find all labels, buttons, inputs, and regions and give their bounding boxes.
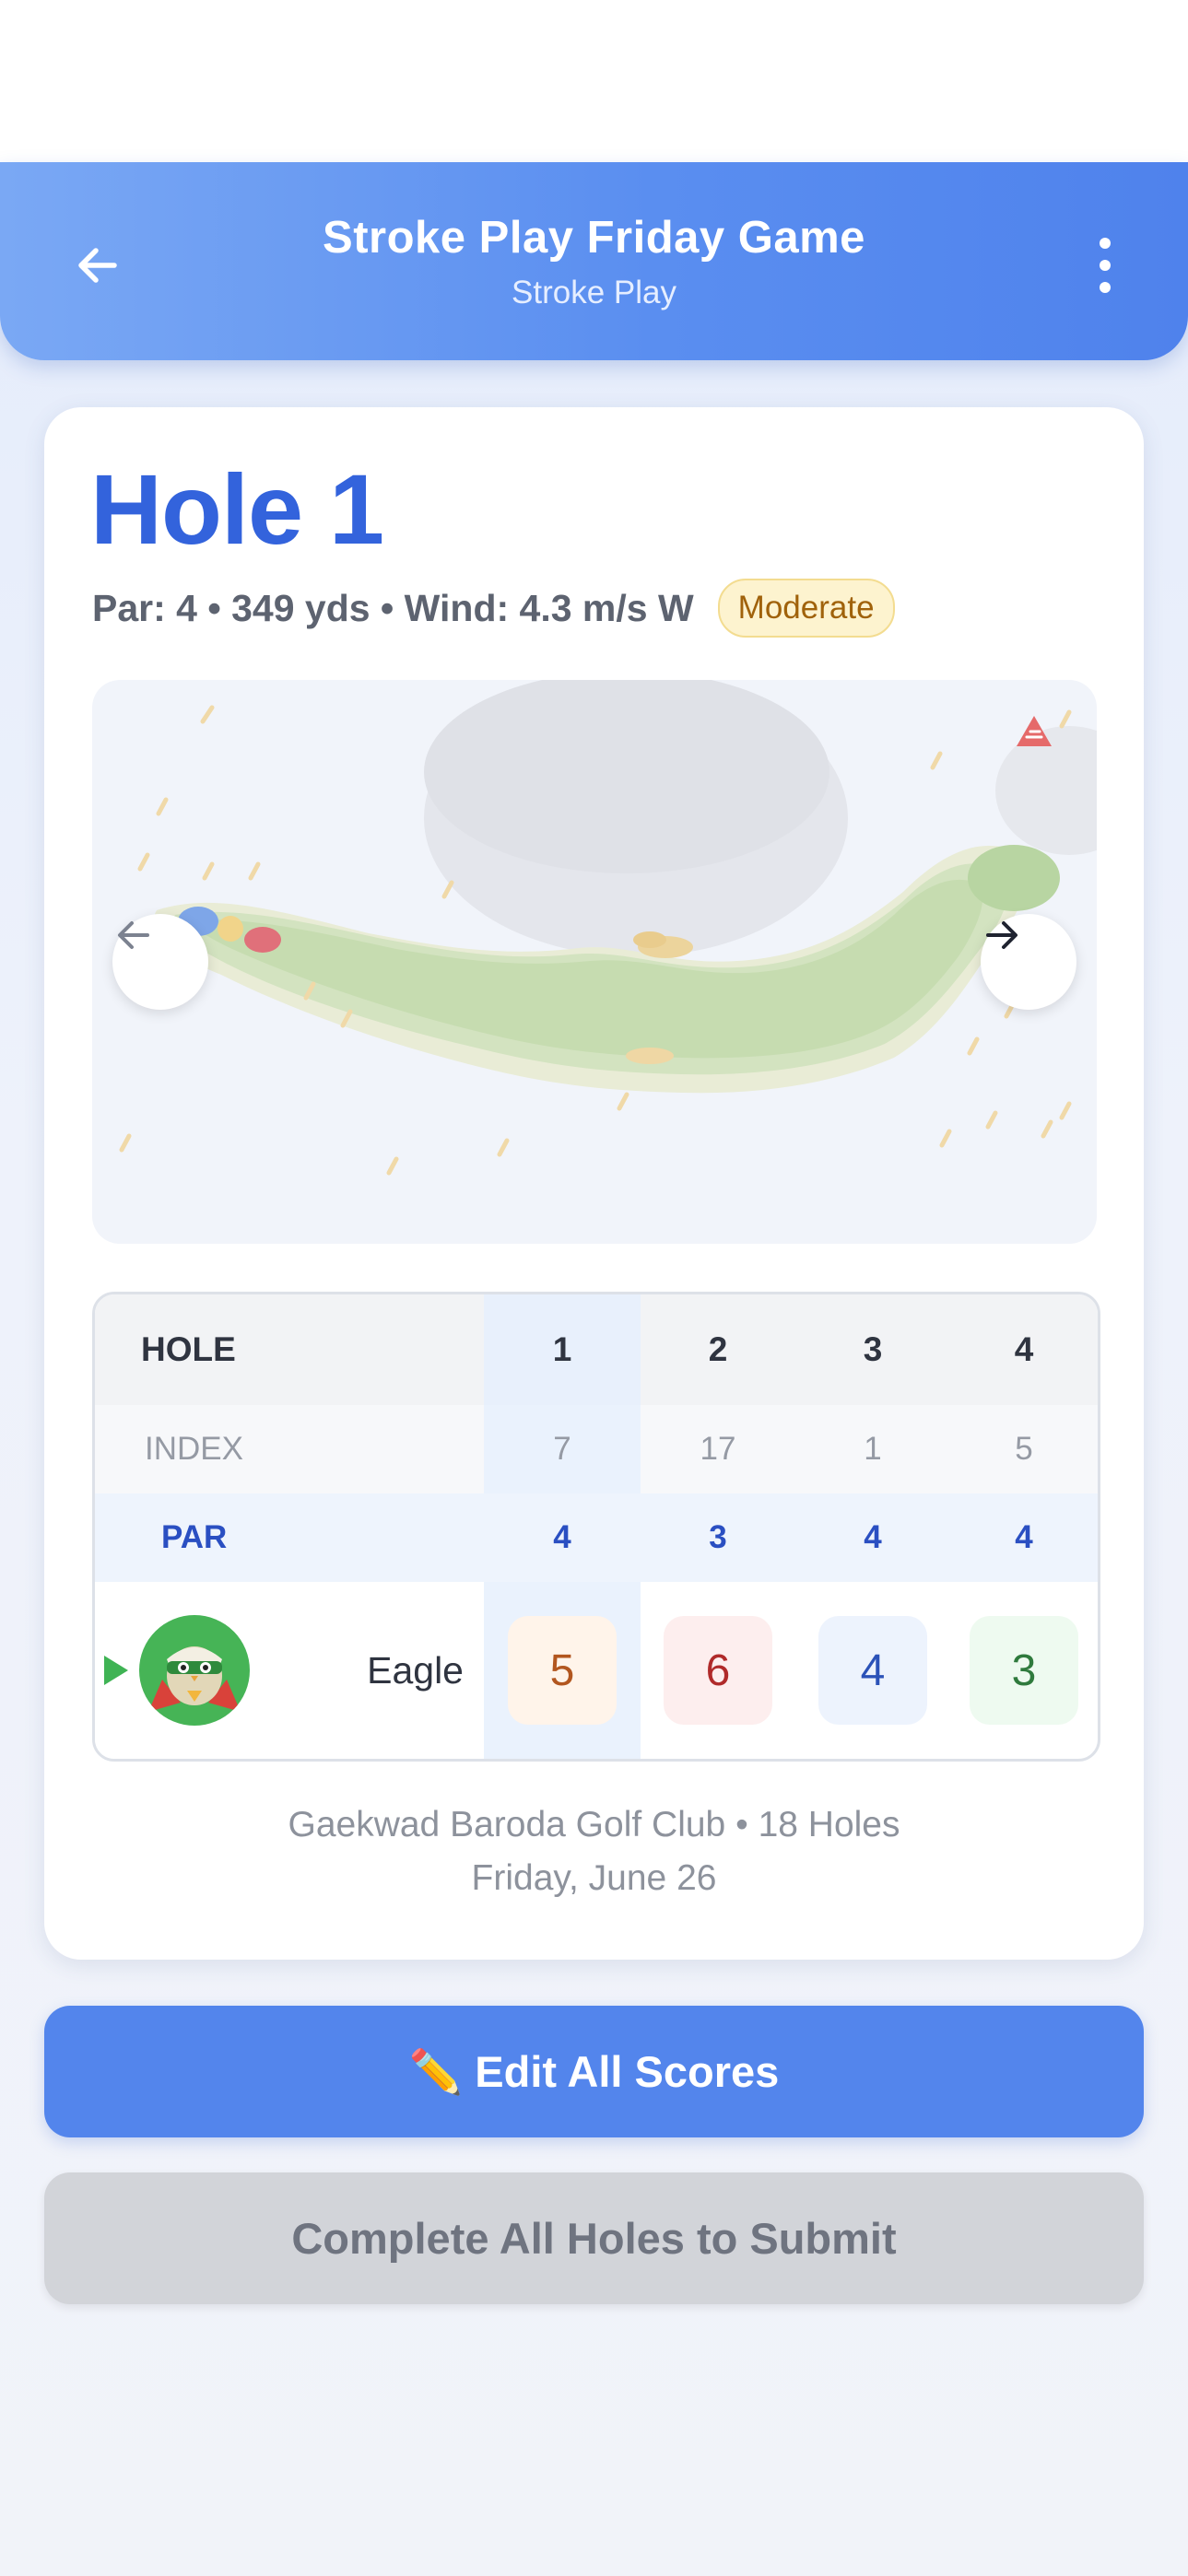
edit-all-scores-button[interactable]: ✏️ Edit All Scores [44,2006,1144,2137]
score-cell[interactable]: 4 [818,1616,927,1725]
index-value: 17 [700,1431,736,1467]
player-row[interactable]: Eagle 5 6 4 3 [95,1582,1098,1759]
par-value: 4 [864,1519,882,1555]
game-subtitle: Stroke Play [512,275,676,310]
hole-header-label: HOLE [141,1330,236,1368]
hole-number[interactable]: 3 [795,1294,950,1405]
prev-hole-button[interactable] [112,914,208,1010]
more-menu-button[interactable] [1077,232,1133,299]
hole-number[interactable]: 1 [484,1294,641,1405]
score-cell[interactable]: 6 [664,1616,772,1725]
hole-map-drawing [119,680,1097,1176]
player-name: Eagle [367,1648,464,1692]
arrow-right-icon [986,921,1017,949]
hole-map[interactable] [92,680,1097,1244]
hole-number[interactable]: 2 [641,1294,795,1405]
arrow-left-icon [118,921,149,949]
index-value: 1 [864,1431,882,1467]
hole-meta: Par: 4 • 349 yds • Wind: 4.3 m/s W Moder… [92,579,895,638]
hole-number[interactable]: 4 [950,1294,1098,1405]
wind-warning-icon [1017,716,1052,746]
hole-number-row: HOLE 1 2 3 4 [95,1294,1098,1405]
par-label: PAR [161,1519,228,1555]
par-value: 4 [553,1519,571,1555]
current-player-indicator-icon [104,1656,128,1685]
submit-button[interactable]: Complete All Holes to Submit [44,2172,1144,2304]
par-value: 4 [1015,1519,1033,1555]
index-value: 5 [1015,1431,1033,1467]
course-info: Gaekwad Baroda Golf Club • 18 Holes [288,1805,900,1844]
next-hole-button[interactable] [981,914,1076,1010]
hole-title: Hole 1 [90,453,384,565]
par-value: 3 [709,1519,727,1555]
hole-info: Par: 4 • 349 yds • Wind: 4.3 m/s W [92,586,694,629]
par-row: PAR 4 3 4 4 [95,1493,1098,1582]
scorecard-table: HOLE 1 2 3 4 INDEX 7 17 1 5 PAR 4 3 4 4 [92,1292,1100,1762]
avatar [139,1615,250,1726]
hole-card: Hole 1 Par: 4 • 349 yds • Wind: 4.3 m/s … [44,407,1144,1960]
app-header: Stroke Play Friday Game Stroke Play [0,162,1188,360]
score-cell[interactable]: 3 [970,1616,1078,1725]
wind-badge: Moderate [717,579,895,638]
index-label: INDEX [145,1431,243,1467]
score-cell[interactable]: 5 [508,1616,617,1725]
game-title: Stroke Play Friday Game [323,213,865,263]
index-value: 7 [553,1431,571,1467]
more-vertical-icon [1100,238,1111,293]
index-row: INDEX 7 17 1 5 [95,1405,1098,1493]
status-bar [0,0,1188,164]
round-date: Friday, June 26 [471,1858,717,1898]
